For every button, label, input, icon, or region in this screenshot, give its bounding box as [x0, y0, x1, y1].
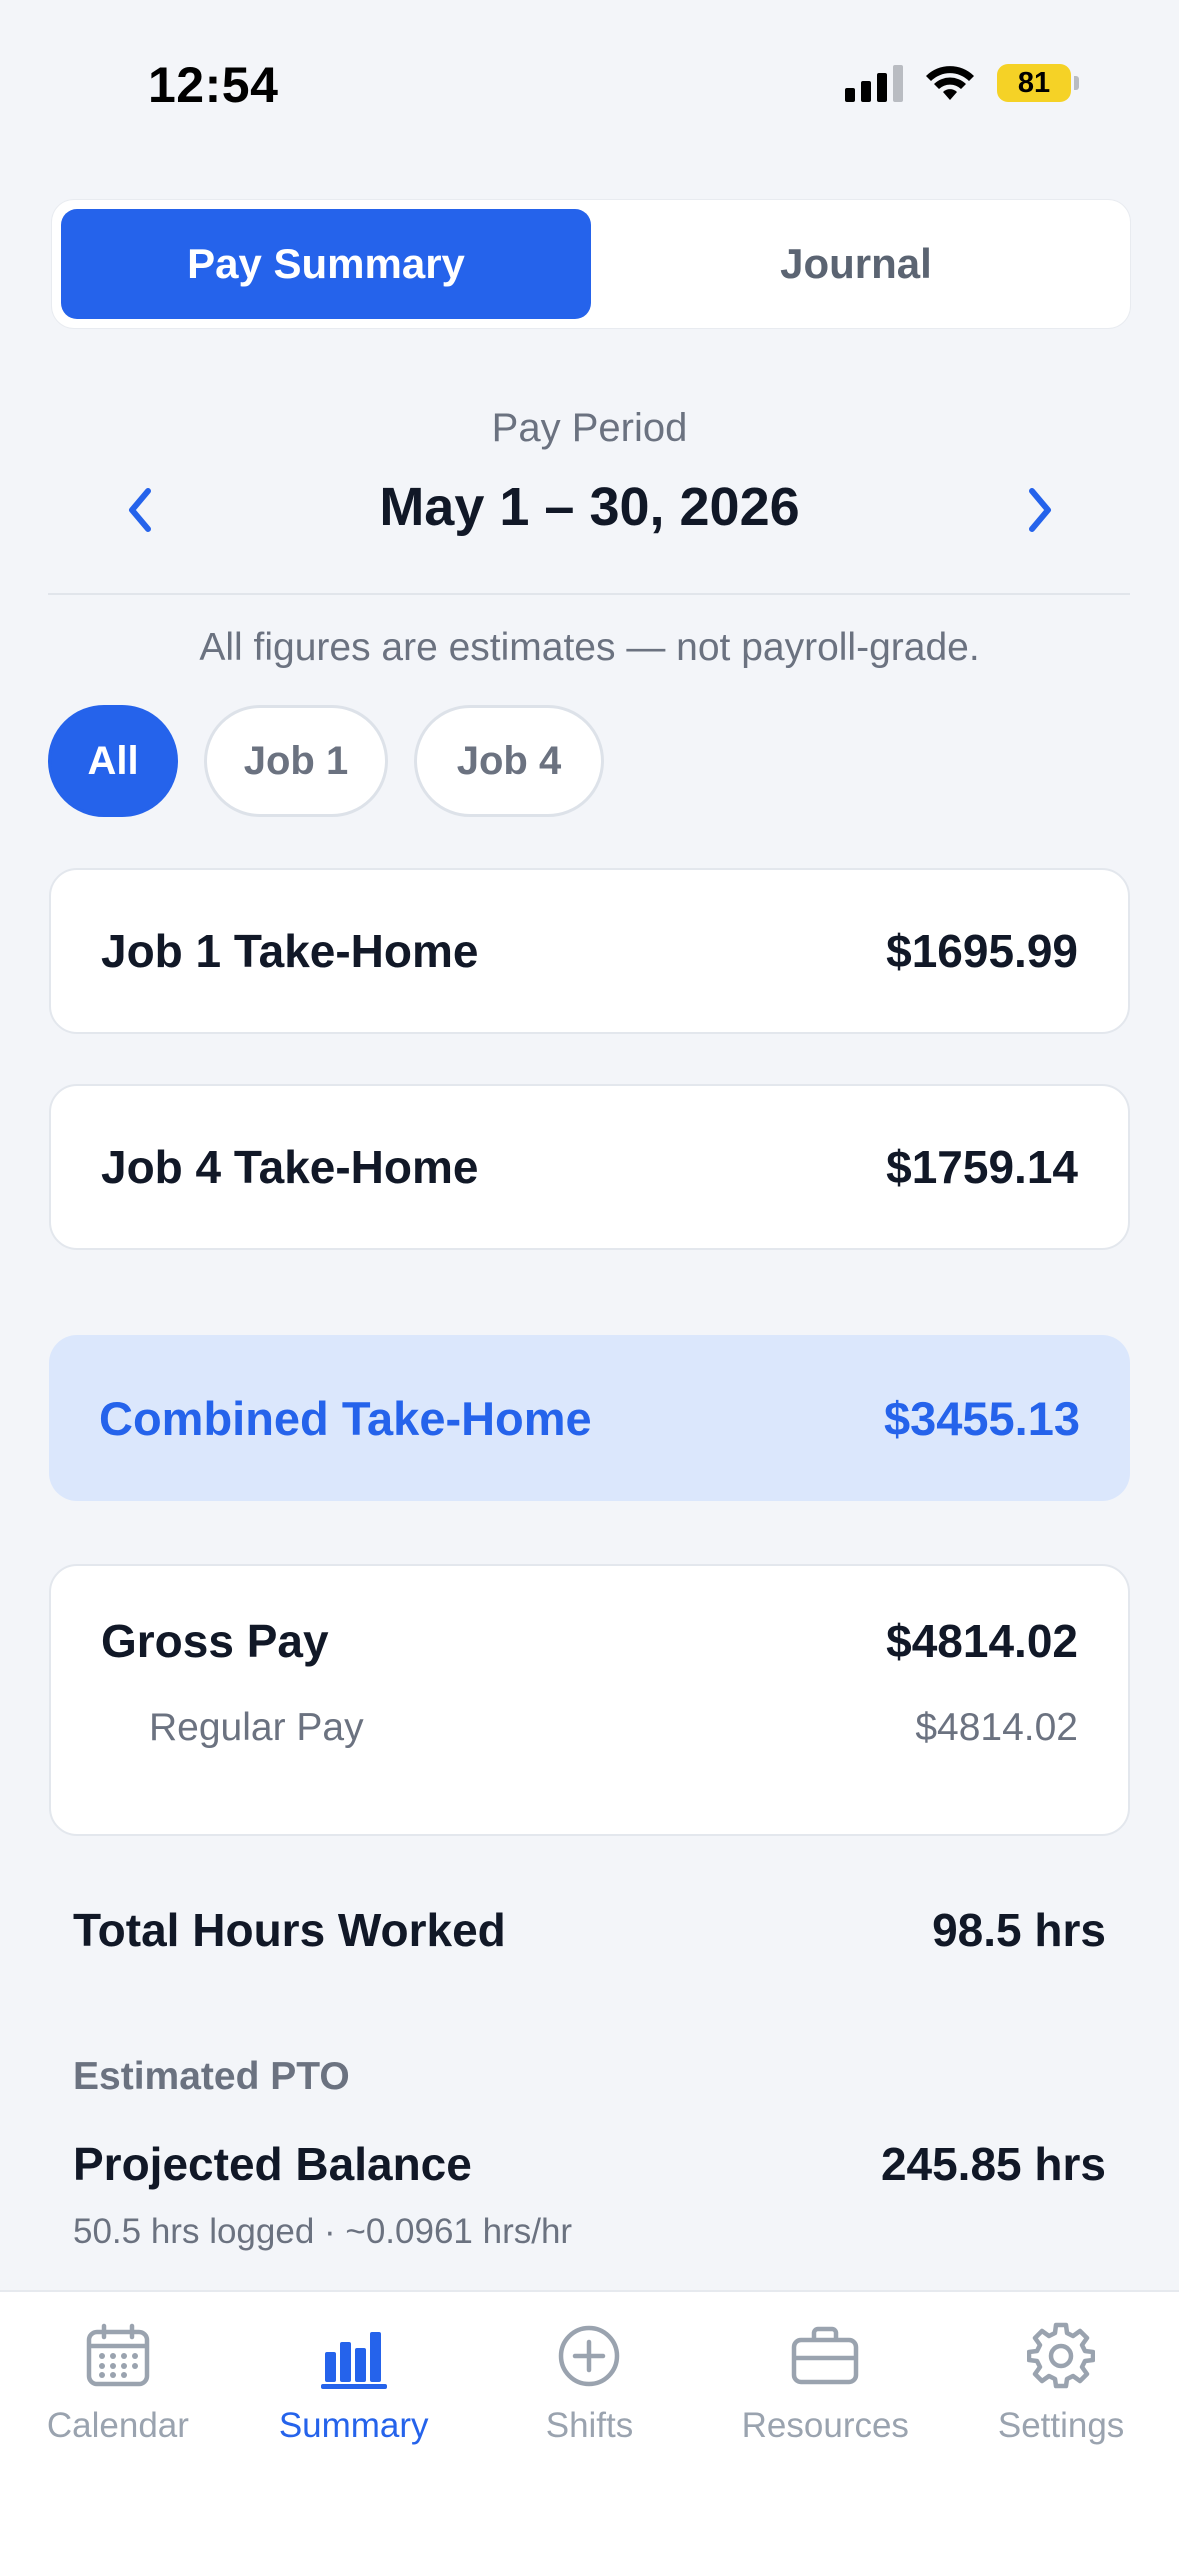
take-home-label: Job 1 Take-Home — [101, 925, 479, 977]
pto-balance-label: Projected Balance — [73, 2138, 472, 2190]
gross-pay-value: $4814.02 — [886, 1615, 1078, 1667]
pay-summary-screen: 12:54 81 Pay Summary Journal Pay Period — [0, 0, 1179, 2556]
wifi-icon — [926, 66, 974, 100]
tab-summary[interactable]: Summary — [236, 2292, 472, 2556]
briefcase-icon — [792, 2326, 859, 2385]
tab-label: Summary — [278, 2406, 429, 2445]
job-filter-chips: All Job 1 Job 4 — [48, 705, 604, 817]
take-home-value: $1759.14 — [886, 1141, 1078, 1193]
job-4-take-home-card: Job 4 Take-Home $1759.14 — [49, 1084, 1130, 1250]
gross-pay-label: Gross Pay — [101, 1615, 329, 1667]
tab-pay-summary[interactable]: Pay Summary — [61, 209, 591, 319]
tab-label: Resources — [741, 2406, 909, 2445]
tab-label: Calendar — [46, 2406, 189, 2445]
pto-section-heading: Estimated PTO — [73, 2055, 350, 2098]
combined-take-home-label: Combined Take-Home — [99, 1391, 592, 1445]
tab-calendar[interactable]: Calendar — [0, 2292, 236, 2556]
tab-label: Settings — [997, 2406, 1125, 2445]
take-home-label: Job 4 Take-Home — [101, 1141, 479, 1193]
tab-label: Shifts — [545, 2406, 634, 2445]
tab-shifts[interactable]: Shifts — [472, 2292, 708, 2556]
view-segmented-control: Pay Summary Journal — [52, 200, 1130, 328]
bar-chart-icon — [320, 2332, 387, 2389]
pay-period-selector: May 1 – 30, 2026 — [0, 470, 1179, 550]
pto-accrual-details: 50.5 hrs logged · ~0.0961 hrs/hr — [73, 2212, 573, 2251]
battery-icon: 81 — [997, 64, 1079, 102]
total-hours-value: 98.5 hrs — [932, 1904, 1106, 1956]
estimates-disclaimer: All figures are estimates — not payroll-… — [199, 626, 980, 669]
divider — [48, 593, 1130, 595]
pto-balance-value: 245.85 hrs — [880, 2138, 1106, 2190]
tab-resources[interactable]: Resources — [707, 2292, 943, 2556]
tab-settings[interactable]: Settings — [943, 2292, 1179, 2556]
calendar-icon — [86, 2323, 150, 2387]
combined-take-home-value: $3455.13 — [883, 1391, 1080, 1445]
chevron-right-icon — [1029, 488, 1051, 532]
combined-take-home-card: Combined Take-Home $3455.13 — [49, 1335, 1130, 1501]
status-bar: 12:54 81 — [0, 0, 1179, 150]
cellular-signal-icon — [845, 64, 903, 102]
filter-chip-job-4[interactable]: Job 4 — [414, 705, 604, 817]
filter-chip-job-1[interactable]: Job 1 — [204, 705, 388, 817]
status-icons: 81 — [845, 64, 1079, 102]
pay-period-caption: Pay Period — [491, 406, 688, 450]
gross-pay-card: Gross Pay $4814.02 Regular Pay $4814.02 — [49, 1564, 1130, 1836]
bottom-tab-bar: Calendar Summary Shifts Resources Settin… — [0, 2290, 1179, 2556]
status-time: 12:54 — [148, 57, 279, 113]
pto-balance-row: Projected Balance 245.85 hrs — [73, 2137, 1106, 2191]
job-1-take-home-card: Job 1 Take-Home $1695.99 — [49, 868, 1130, 1034]
total-hours-row: Total Hours Worked 98.5 hrs — [73, 1903, 1106, 1957]
tab-journal[interactable]: Journal — [591, 209, 1121, 319]
filter-chip-all[interactable]: All — [48, 705, 178, 817]
regular-pay-label: Regular Pay — [149, 1706, 364, 1749]
gear-icon — [1027, 2322, 1096, 2389]
regular-pay-value: $4814.02 — [915, 1706, 1078, 1749]
plus-circle-icon — [559, 2325, 620, 2387]
pay-period-title: May 1 – 30, 2026 — [379, 477, 800, 537]
next-period-button[interactable] — [1012, 480, 1068, 540]
total-hours-label: Total Hours Worked — [73, 1904, 506, 1956]
take-home-value: $1695.99 — [886, 925, 1078, 977]
battery-level: 81 — [997, 64, 1071, 102]
